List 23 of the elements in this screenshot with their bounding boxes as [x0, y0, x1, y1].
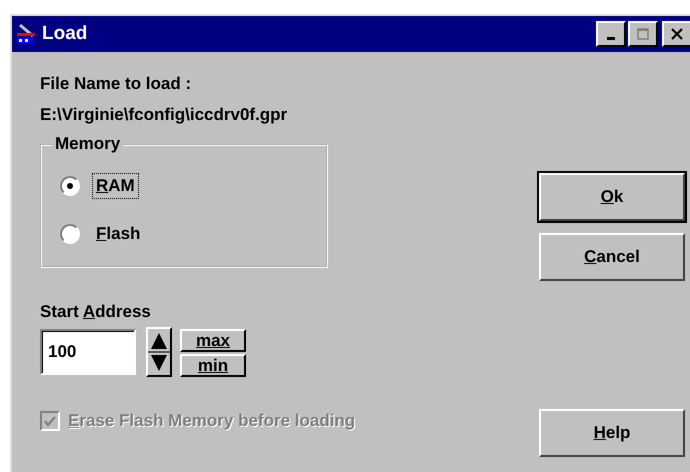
dialog-button[interactable]: Help	[539, 409, 685, 457]
close-icon	[670, 27, 684, 41]
window-title: Load	[42, 23, 88, 45]
radio-button[interactable]	[60, 224, 80, 244]
minimize-button[interactable]	[596, 21, 626, 47]
close-button[interactable]	[662, 21, 690, 47]
radio-button[interactable]	[60, 176, 80, 196]
check-icon	[43, 414, 57, 428]
dialog-button[interactable]: Cancel	[539, 233, 685, 281]
spin-button[interactable]	[146, 327, 172, 377]
limit-button[interactable]: min	[180, 354, 246, 377]
file-path: E:\Virginie\fconfig\iccdrv0f.gpr	[40, 104, 288, 126]
file-name-label: File Name to load :	[40, 73, 192, 95]
group-title: Memory	[52, 134, 124, 154]
radio-label[interactable]: RAM	[92, 173, 139, 199]
limit-button[interactable]: max	[180, 329, 246, 352]
start-address-label: Start Address	[40, 301, 152, 323]
maximize-icon	[636, 27, 650, 41]
radio-label[interactable]: Flash	[92, 221, 144, 247]
dialog-button[interactable]: Ok	[539, 173, 685, 221]
minimize-icon	[607, 36, 615, 40]
address-input-field[interactable]: 100	[40, 329, 136, 375]
tool-icon	[16, 23, 38, 45]
